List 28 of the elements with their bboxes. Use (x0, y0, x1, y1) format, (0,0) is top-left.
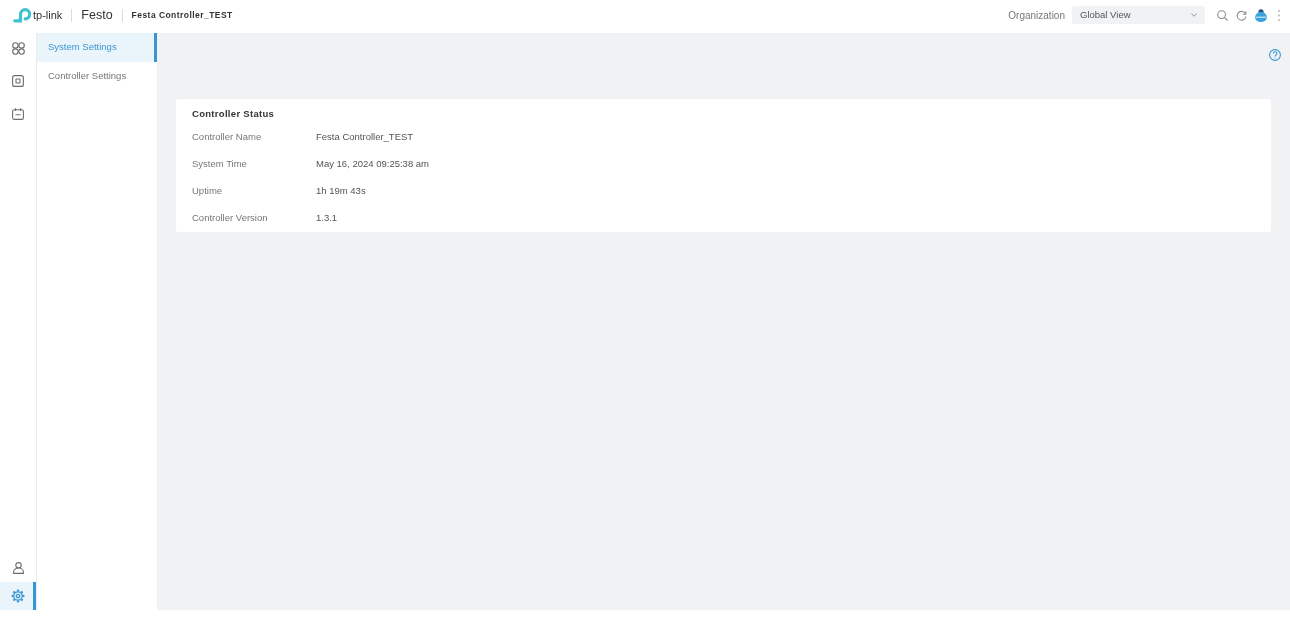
site-title: Festa Controller_TEST (131, 8, 233, 22)
organization-select[interactable]: Global View (1072, 6, 1205, 24)
card-title: Controller Status (192, 108, 276, 120)
field-label: Controller Name (192, 130, 263, 145)
menu-item[interactable]: System Settings (37, 33, 157, 62)
rail-button[interactable] (0, 582, 36, 610)
user-icon (12, 562, 24, 574)
calendar-icon (12, 108, 24, 120)
field-label: Controller Version (192, 211, 269, 226)
help-icon[interactable] (1269, 49, 1281, 61)
grid-icon (11, 41, 25, 55)
avatar-icon[interactable] (1255, 8, 1267, 22)
field-value: 1.3.1 (316, 211, 338, 226)
organization-label: Organization (1008, 8, 1065, 23)
search-icon[interactable] (1217, 9, 1228, 21)
field-value: Festa Controller_TEST (316, 130, 414, 145)
organization-name: Festo (81, 6, 113, 24)
caret-icon (1191, 13, 1197, 17)
logo-icon (13, 7, 31, 23)
field-label: Uptime (192, 184, 224, 199)
square-icon (12, 75, 24, 87)
gear-icon (11, 589, 25, 603)
field-value: 1h 19m 43s (316, 184, 366, 199)
menu-item[interactable]: Controller Settings (37, 62, 157, 91)
logo-text: tp-link (33, 7, 63, 23)
refresh-icon[interactable] (1236, 9, 1247, 21)
field-value: May 16, 2024 09:25:38 am (316, 157, 430, 172)
field-label: System Time (192, 157, 248, 172)
